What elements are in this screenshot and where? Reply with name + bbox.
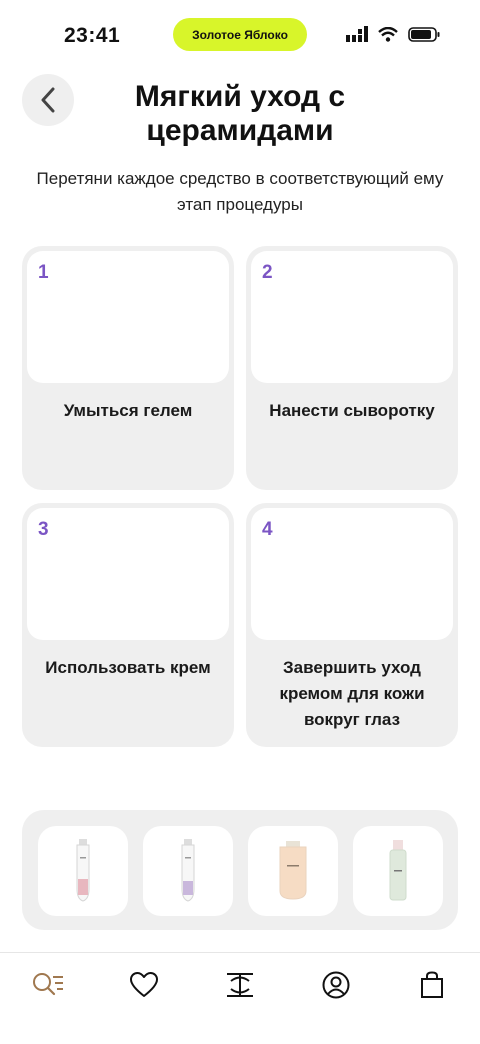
drop-slot[interactable] <box>251 251 453 383</box>
step-number: 2 <box>262 262 273 283</box>
step-label: Использовать крем <box>45 658 211 677</box>
page-title: Мягкий уход с церамидами <box>134 80 346 147</box>
tab-profile[interactable] <box>316 965 356 1005</box>
wifi-icon <box>378 26 398 42</box>
tab-bar <box>0 952 480 1044</box>
tab-search[interactable] <box>28 965 68 1005</box>
step-number: 1 <box>38 262 49 283</box>
step-card-3[interactable]: 3 Использовать крем <box>22 503 234 747</box>
product-item-2[interactable] <box>143 826 233 916</box>
back-button[interactable] <box>22 74 74 126</box>
promo-pill[interactable]: Золотое Яблоко <box>173 18 307 51</box>
drop-slot[interactable] <box>27 508 229 640</box>
step-number: 3 <box>38 519 49 540</box>
product-item-4[interactable] <box>353 826 443 916</box>
step-card-2[interactable]: 2 Нанести сыворотку <box>246 246 458 490</box>
status-icons <box>346 26 440 42</box>
tube-pink-icon <box>76 839 90 902</box>
signal-icon <box>346 26 368 42</box>
step-label: Завершить уход кремом для кожи вокруг гл… <box>279 658 425 729</box>
drop-slot[interactable] <box>27 251 229 383</box>
status-time: 23:41 <box>64 24 121 47</box>
tab-favorites[interactable] <box>124 965 164 1005</box>
step-number: 4 <box>262 519 273 540</box>
tab-brand[interactable] <box>220 965 260 1005</box>
product-tray <box>22 810 458 930</box>
chevron-left-icon <box>41 87 55 113</box>
profile-icon <box>322 971 350 999</box>
step-label: Умыться гелем <box>63 401 193 420</box>
step-card-1[interactable]: 1 Умыться гелем <box>22 246 234 490</box>
battery-icon <box>408 26 440 42</box>
brand-logo-icon <box>227 973 253 997</box>
drop-slot[interactable] <box>251 508 453 640</box>
search-menu-icon <box>33 973 63 996</box>
heart-icon <box>130 972 158 997</box>
step-label: Нанести сыворотку <box>269 401 435 420</box>
instructions-text: Перетяни каждое средство в соответствующ… <box>36 169 444 214</box>
tube-lilac-icon <box>181 839 195 902</box>
tab-cart[interactable] <box>412 965 452 1005</box>
bag-icon <box>421 971 443 998</box>
product-item-3[interactable] <box>248 826 338 916</box>
product-item-1[interactable] <box>38 826 128 916</box>
tube-peach-icon <box>279 841 307 900</box>
status-bar: 23:41 Золотое Яблоко <box>0 0 480 70</box>
step-card-4[interactable]: 4 Завершить уход кремом для кожи вокруг … <box>246 503 458 747</box>
bottle-green-icon <box>389 840 407 901</box>
